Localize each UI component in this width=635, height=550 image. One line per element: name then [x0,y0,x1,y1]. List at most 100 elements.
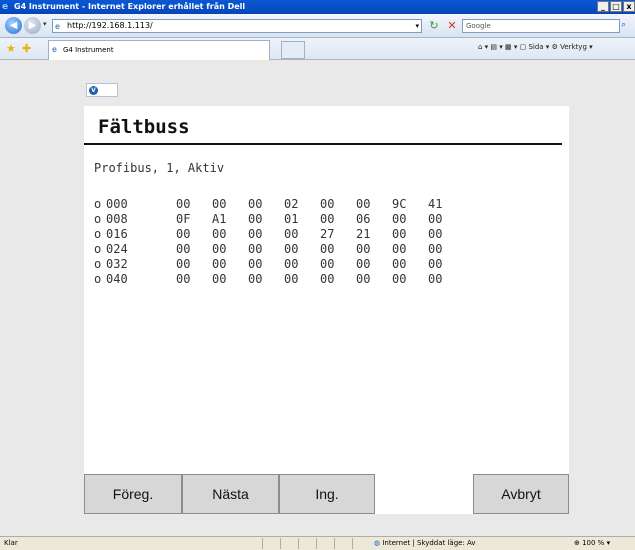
register-table: o 000 00 00 00 02 00 00 9C 41 o 008 0F A1 00 01 00 06 00 00… [94,197,464,287]
favorites-star-icon[interactable]: ★ [6,42,16,55]
ie-logo-icon: e [2,2,9,12]
cancel-button[interactable]: Avbryt [473,474,569,514]
add-favorite-icon[interactable]: ✚ [22,42,31,55]
search-icon[interactable]: ⌕ [621,19,635,33]
register-cell: 00 [248,242,263,256]
register-cell: 00 [392,212,407,226]
register-cell: 00 [284,257,299,271]
row-address: 008 [106,212,128,226]
row-address: 032 [106,257,128,271]
register-cell: 00 [176,227,191,241]
register-cell: 9C [392,197,407,211]
row-radio-button[interactable]: o [94,197,106,212]
command-bar: ⌂ ▾ ▤ ▾ ▦ ▾ ▢ Sida ▾ ⚙ Verktyg ▾ [478,43,593,51]
register-cell: 00 [428,272,443,286]
window-title: G4 Instrument - Internet Explorer erhåll… [14,2,246,11]
tab-label: G4 Instrument [63,46,114,54]
zoom-control[interactable]: ⊕ 100 % ▾ [574,537,610,550]
register-cell: 00 [356,242,371,256]
register-cell: A1 [212,212,227,226]
restore-button[interactable]: □ [610,1,622,12]
register-cell: 41 [428,197,443,211]
register-cell: 00 [284,272,299,286]
logo-mark-icon: V [89,86,98,95]
row-radio-button[interactable]: o [94,242,106,257]
page-icon: e [55,22,60,31]
tab-page-icon: e [52,45,57,54]
row-address: 016 [106,227,128,241]
address-toolbar: ◀ ▶ ▾ e http://192.168.1.113/ ▾ ↻ ✕ Goog… [0,14,635,38]
register-cell: 01 [284,212,299,226]
row-radio-button[interactable]: o [94,227,106,242]
status-bar: Klar ◍ Internet | Skyddat läge: Av ⊕ 100… [0,536,635,550]
button-bar: Föreg. Nästa Ing. Avbryt [84,474,569,514]
page-content: V Fältbuss Profibus, 1, Aktiv o 000 00 00 00… [0,61,635,536]
print-icon[interactable]: ▦ ▾ [505,43,517,51]
tab-toolbar: ★ ✚ e G4 Instrument ⌂ ▾ ▤ ▾ ▦ ▾ ▢ Sida ▾… [0,38,635,60]
history-dropdown-icon[interactable]: ▾ [43,20,47,28]
register-cell: 00 [176,272,191,286]
url-dropdown-icon[interactable]: ▾ [415,20,419,32]
register-cell: 00 [392,257,407,271]
register-cell: 00 [428,227,443,241]
security-zone: ◍ Internet | Skyddat läge: Av [374,539,476,547]
forward-button[interactable]: ▶ [24,17,41,34]
register-cell: 00 [356,272,371,286]
register-row: o 032 00 00 00 00 00 00 00 00 [94,257,464,272]
status-text: Klar [4,539,18,547]
register-row: o 008 0F A1 00 01 00 06 00 00 [94,212,464,227]
register-row: o 040 00 00 00 00 00 00 00 00 [94,272,464,287]
row-radio-button[interactable]: o [94,212,106,227]
register-cell: 00 [320,197,335,211]
row-radio-button[interactable]: o [94,257,106,272]
previous-button[interactable]: Föreg. [84,474,182,514]
close-button[interactable]: x [623,1,635,12]
stop-icon[interactable]: ✕ [445,19,459,33]
register-cell: 00 [392,272,407,286]
register-cell: 00 [356,197,371,211]
register-cell: 02 [284,197,299,211]
feeds-icon[interactable]: ▤ ▾ [490,43,502,51]
title-divider [84,143,562,145]
back-button[interactable]: ◀ [5,17,22,34]
url-text: http://192.168.1.113/ [67,21,153,30]
company-logo: V [86,83,118,97]
register-cell: 00 [392,227,407,241]
register-cell: 00 [320,257,335,271]
logo-wordmark [100,86,117,95]
row-radio-button[interactable]: o [94,272,106,287]
address-field[interactable]: e http://192.168.1.113/ ▾ [52,19,422,33]
globe-icon: ◍ [374,539,381,547]
register-cell: 00 [356,257,371,271]
empty-button-slot [375,474,473,514]
row-address: 000 [106,197,128,211]
tab-g4-instrument[interactable]: e G4 Instrument [48,40,270,60]
register-cell: 00 [320,212,335,226]
register-cell: 00 [428,257,443,271]
search-input[interactable]: Google [462,19,620,33]
register-cell: 00 [176,257,191,271]
register-cell: 00 [248,227,263,241]
register-cell: 00 [284,227,299,241]
refresh-icon[interactable]: ↻ [427,19,441,33]
next-button[interactable]: Nästa [182,474,279,514]
new-tab-button[interactable] [281,41,305,59]
home-icon[interactable]: ⌂ ▾ [478,43,488,51]
register-cell: 00 [176,242,191,256]
window-titlebar: e G4 Instrument - Internet Explorer erhå… [0,0,635,14]
register-cell: 00 [248,197,263,211]
register-cell: 0F [176,212,191,226]
register-row: o 024 00 00 00 00 00 00 00 00 [94,242,464,257]
register-cell: 00 [284,242,299,256]
register-row: o 000 00 00 00 02 00 00 9C 41 [94,197,464,212]
register-cell: 00 [176,197,191,211]
page-menu[interactable]: ▢ Sida ▾ [520,43,550,51]
register-cell: 21 [356,227,371,241]
row-address: 040 [106,272,128,286]
register-cell: 00 [320,272,335,286]
page-title: Fältbuss [98,116,190,138]
minimize-button[interactable]: _ [597,1,609,12]
tools-menu[interactable]: ⚙ Verktyg ▾ [552,43,593,51]
ing-button[interactable]: Ing. [279,474,375,514]
register-row: o 016 00 00 00 00 27 21 00 00 [94,227,464,242]
